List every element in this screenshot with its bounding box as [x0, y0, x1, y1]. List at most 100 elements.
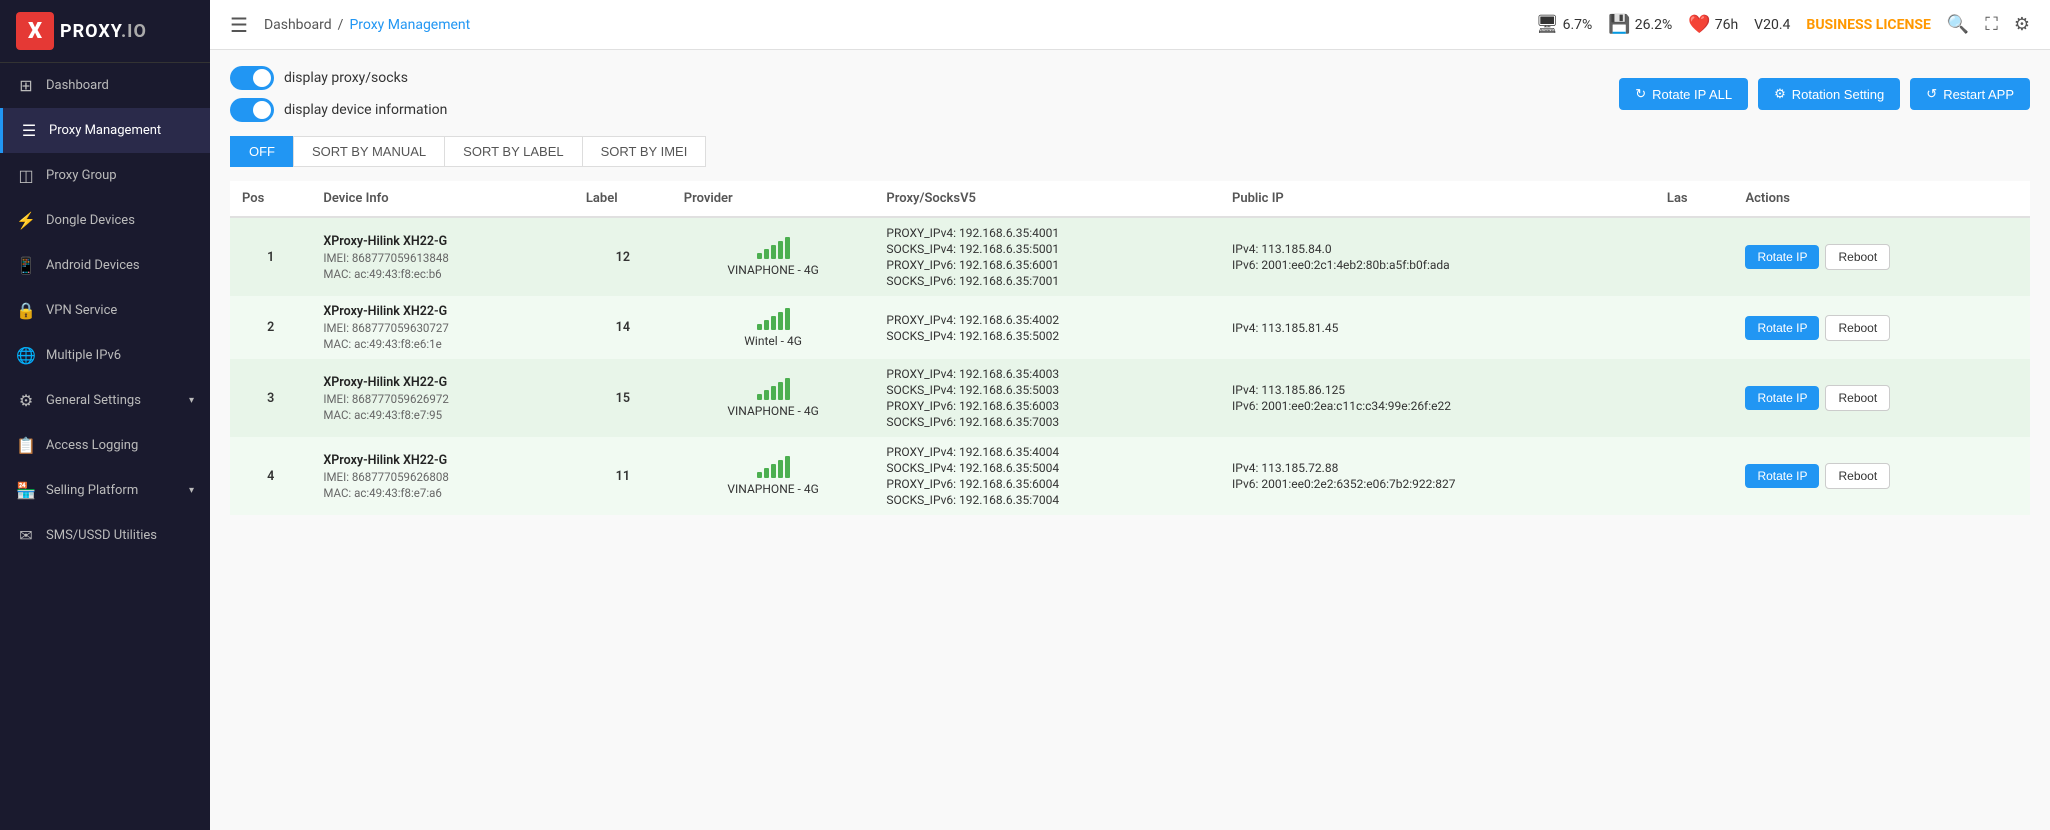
- proxy-list: PROXY_IPv4: 192.168.6.35:4002 SOCKS_IPv4:…: [886, 313, 1208, 343]
- sidebar-item-access-logging[interactable]: 📋 Access Logging: [0, 423, 210, 468]
- pos-cell: 4: [230, 437, 311, 515]
- ram-value: 26.2%: [1635, 17, 1673, 33]
- reboot-button[interactable]: Reboot: [1825, 463, 1890, 489]
- pos-cell: 3: [230, 359, 311, 437]
- table-row: 3 XProxy-Hilink XH22-G IMEI: 86877705962…: [230, 359, 2030, 437]
- sidebar-item-multiple-ipv6[interactable]: 🌐 Multiple IPv6: [0, 333, 210, 378]
- provider-name: Wintel - 4G: [744, 334, 802, 348]
- sidebar-item-proxy-group[interactable]: ◫ Proxy Group: [0, 153, 210, 198]
- sort-tab-off[interactable]: OFF: [230, 136, 293, 167]
- sort-tab-imei[interactable]: SORT BY IMEI: [582, 136, 707, 167]
- settings-button[interactable]: ⚙: [2014, 14, 2030, 35]
- col-header-pos: Pos: [230, 181, 311, 217]
- toggle-proxy-socks-label: display proxy/socks: [284, 70, 408, 86]
- proxy-table: PosDevice InfoLabelProviderProxy/SocksV5…: [230, 181, 2030, 515]
- proxy-socks-cell: PROXY_IPv4: 192.168.6.35:4001SOCKS_IPv4:…: [874, 217, 1220, 296]
- ipv4-entry: IPv4: 113.185.72.88: [1232, 461, 1643, 475]
- provider-name: VINAPHONE - 4G: [727, 404, 818, 418]
- controls-top: display proxy/socks display device infor…: [230, 66, 2030, 122]
- proxy-entry: PROXY_IPv4: 192.168.6.35:4002: [886, 313, 1208, 327]
- bar5: [785, 308, 790, 330]
- dashboard-icon: ⊞: [16, 76, 36, 95]
- access-logging-label: Access Logging: [46, 438, 194, 453]
- label-cell: 12: [574, 217, 672, 296]
- sidebar-item-general-settings[interactable]: ⚙ General Settings ▾: [0, 378, 210, 423]
- toggle-proxy-socks-switch[interactable]: [230, 66, 274, 90]
- device-info: XProxy-Hilink XH22-G IMEI: 8687770596307…: [323, 304, 562, 351]
- sidebar-item-android-devices[interactable]: 📱 Android Devices: [0, 243, 210, 288]
- bar3: [771, 316, 776, 330]
- logo-text: PROXY.IO: [60, 21, 147, 42]
- proxy-group-label: Proxy Group: [46, 168, 194, 183]
- sidebar-item-selling-platform[interactable]: 🏪 Selling Platform ▾: [0, 468, 210, 513]
- license-label: BUSINESS LICENSE: [1806, 17, 1930, 33]
- col-header-device-info: Device Info: [311, 181, 574, 217]
- pos-cell: 2: [230, 296, 311, 359]
- table-row: 1 XProxy-Hilink XH22-G IMEI: 86877705961…: [230, 217, 2030, 296]
- general-settings-label: General Settings: [46, 393, 179, 408]
- logo-x-letter: X: [16, 12, 54, 50]
- rotate-ip-button[interactable]: Rotate IP: [1745, 386, 1819, 410]
- bar2: [764, 468, 769, 478]
- sidebar-item-sms-ussd[interactable]: ✉ SMS/USSD Utilities: [0, 513, 210, 558]
- toggle-device-info-switch[interactable]: [230, 98, 274, 122]
- topbar-right: 🖥 6.7% 💾 26.2% ❤️ 76h V20.4 BUSINESS LIC…: [1536, 14, 2030, 35]
- restart-app-button[interactable]: ↺ Restart APP: [1910, 78, 2030, 110]
- proxy-entry: SOCKS_IPv4: 192.168.6.35:5002: [886, 329, 1208, 343]
- version-label: V20.4: [1754, 17, 1790, 33]
- sort-tab-manual[interactable]: SORT BY MANUAL: [293, 136, 444, 167]
- sidebar-item-vpn-service[interactable]: 🔒 VPN Service: [0, 288, 210, 333]
- content-area: display proxy/socks display device infor…: [210, 50, 2050, 830]
- expand-button[interactable]: ⛶: [1985, 14, 1998, 35]
- proxy-entry: PROXY_IPv6: 192.168.6.35:6004: [886, 477, 1208, 491]
- device-info-cell: XProxy-Hilink XH22-G IMEI: 8687770596268…: [311, 437, 574, 515]
- cpu-value: 6.7%: [1563, 17, 1593, 33]
- breadcrumb-parent[interactable]: Dashboard: [264, 17, 332, 33]
- rotate-ip-button[interactable]: Rotate IP: [1745, 245, 1819, 269]
- rotate-ip-all-button[interactable]: ↻ Rotate IP ALL: [1619, 78, 1748, 110]
- device-info: XProxy-Hilink XH22-G IMEI: 8687770596269…: [323, 375, 562, 422]
- sidebar-item-dongle-devices[interactable]: ⚡ Dongle Devices: [0, 198, 210, 243]
- reboot-button[interactable]: Reboot: [1825, 315, 1890, 341]
- rotation-setting-label: Rotation Setting: [1792, 87, 1885, 102]
- bar2: [764, 249, 769, 259]
- provider-info: VINAPHONE - 4G: [684, 237, 863, 277]
- search-button[interactable]: 🔍: [1947, 14, 1969, 35]
- table-row: 4 XProxy-Hilink XH22-G IMEI: 86877705962…: [230, 437, 2030, 515]
- cpu-stat: 🖥 6.7%: [1536, 14, 1593, 35]
- menu-icon[interactable]: ☰: [230, 13, 248, 37]
- provider-name: VINAPHONE - 4G: [727, 482, 818, 496]
- rotate-ip-button[interactable]: Rotate IP: [1745, 464, 1819, 488]
- actions-cell: Rotate IP Reboot: [1733, 217, 2030, 296]
- rotation-setting-icon: ⚙: [1774, 86, 1786, 102]
- general-settings-icon: ⚙: [16, 391, 36, 410]
- bar2: [764, 320, 769, 330]
- rotate-all-icon: ↻: [1635, 86, 1646, 102]
- public-ip-cell: IPv4: 113.185.81.45: [1220, 296, 1655, 359]
- pos-cell: 1: [230, 217, 311, 296]
- provider-cell: VINAPHONE - 4G: [672, 217, 875, 296]
- rotate-ip-button[interactable]: Rotate IP: [1745, 316, 1819, 340]
- rotation-setting-button[interactable]: ⚙ Rotation Setting: [1758, 78, 1900, 110]
- label-cell: 11: [574, 437, 672, 515]
- bar4: [778, 382, 783, 400]
- table-row: 2 XProxy-Hilink XH22-G IMEI: 86877705963…: [230, 296, 2030, 359]
- signal-bars: [757, 378, 790, 400]
- access-logging-icon: 📋: [16, 436, 36, 455]
- sort-tab-label[interactable]: SORT BY LABEL: [444, 136, 581, 167]
- signal-bars: [757, 308, 790, 330]
- col-header-public-ip: Public IP: [1220, 181, 1655, 217]
- sidebar-item-dashboard[interactable]: ⊞ Dashboard: [0, 63, 210, 108]
- ipv6-entry: IPv6: 2001:ee0:2c1:4eb2:80b:a5f:b0f:ada: [1232, 258, 1643, 272]
- sidebar-item-proxy-management[interactable]: ☰ Proxy Management: [0, 108, 210, 153]
- logo: X PROXY.IO: [0, 0, 210, 63]
- actions-buttons: Rotate IP Reboot: [1745, 244, 2018, 270]
- reboot-button[interactable]: Reboot: [1825, 244, 1890, 270]
- actions-buttons: Rotate IP Reboot: [1745, 315, 2018, 341]
- reboot-button[interactable]: Reboot: [1825, 385, 1890, 411]
- actions-cell: Rotate IP Reboot: [1733, 359, 2030, 437]
- multiple-ipv6-icon: 🌐: [16, 346, 36, 365]
- bar5: [785, 456, 790, 478]
- device-imei: IMEI: 868777059626972: [323, 392, 562, 406]
- proxy-entry: SOCKS_IPv4: 192.168.6.35:5004: [886, 461, 1208, 475]
